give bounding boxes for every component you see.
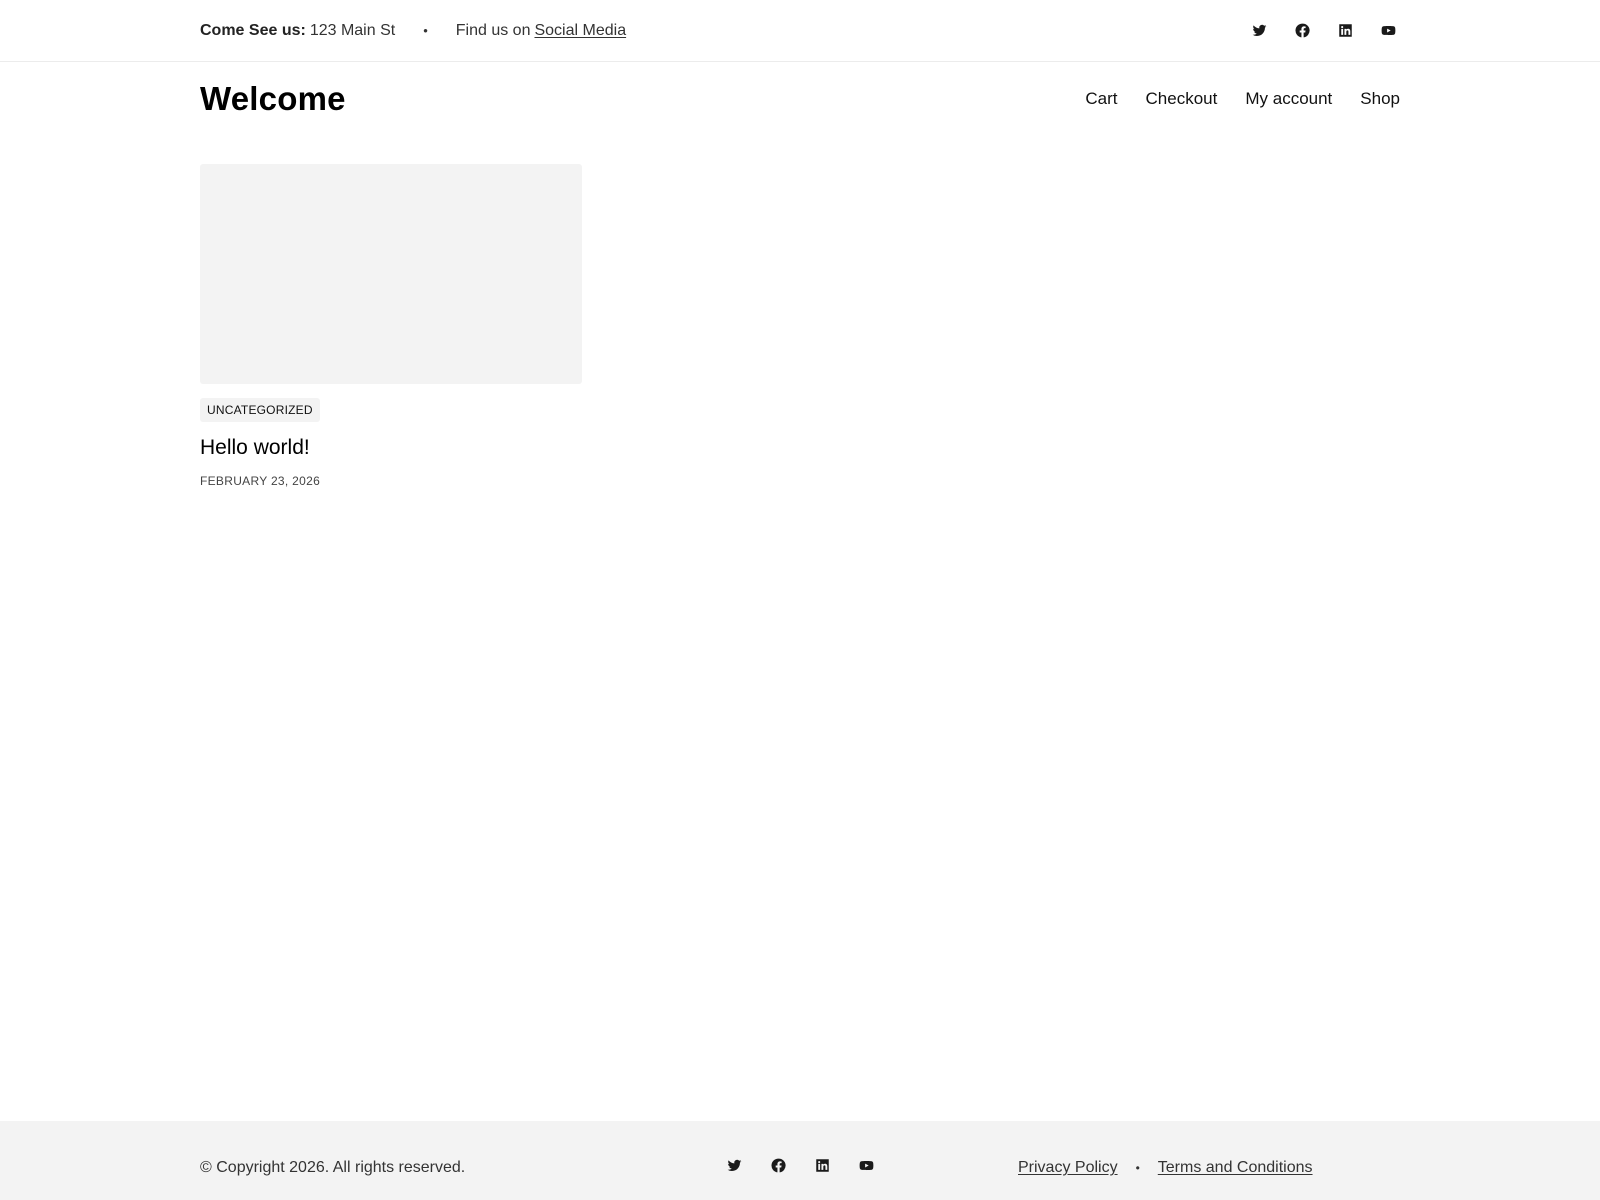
footer-social-icons [725, 1156, 876, 1175]
post-card: UNCATEGORIZED Hello world! FEBRUARY 23, … [200, 164, 582, 488]
facebook-icon[interactable] [769, 1156, 788, 1175]
site-footer: © Copyright 2026. All rights reserved. P… [0, 1121, 1600, 1200]
footer-separator: • [1135, 1161, 1140, 1175]
nav-item-my-account[interactable]: My account [1245, 89, 1332, 109]
twitter-icon[interactable] [725, 1156, 744, 1175]
linkedin-icon[interactable] [813, 1156, 832, 1175]
footer-links: Privacy Policy • Terms and Conditions [1018, 1159, 1313, 1177]
main-nav: Cart Checkout My account Shop [1085, 89, 1400, 109]
youtube-icon[interactable] [1379, 21, 1398, 40]
top-bar-social-icons [1250, 21, 1398, 40]
linkedin-icon[interactable] [1336, 21, 1355, 40]
twitter-icon[interactable] [1250, 21, 1269, 40]
site-title[interactable]: Welcome [200, 80, 346, 118]
post-date: FEBRUARY 23, 2026 [200, 474, 321, 488]
facebook-icon[interactable] [1293, 21, 1312, 40]
post-thumbnail[interactable] [200, 164, 582, 384]
youtube-icon[interactable] [857, 1156, 876, 1175]
address-label: Come See us: [200, 21, 306, 39]
social-media-link[interactable]: Social Media [534, 22, 626, 40]
address-value: 123 Main St [309, 21, 396, 39]
site-header: Welcome Cart Checkout My account Shop [200, 62, 1400, 136]
top-bar-info: Come See us: 123 Main St • Find us on So… [200, 22, 626, 40]
footer-inner: © Copyright 2026. All rights reserved. P… [200, 1121, 1400, 1200]
privacy-policy-link[interactable]: Privacy Policy [1018, 1159, 1118, 1177]
nav-item-shop[interactable]: Shop [1360, 89, 1400, 109]
find-us-text: Find us on [455, 21, 531, 39]
copyright-text: © Copyright 2026. All rights reserved. [200, 1159, 466, 1176]
top-bar-separator: • [423, 23, 428, 38]
nav-item-checkout[interactable]: Checkout [1146, 89, 1218, 109]
nav-item-cart[interactable]: Cart [1085, 89, 1117, 109]
top-bar-inner: Come See us: 123 Main St • Find us on So… [200, 0, 1400, 61]
post-category-badge[interactable]: UNCATEGORIZED [200, 398, 320, 422]
top-bar: Come See us: 123 Main St • Find us on So… [0, 0, 1600, 62]
page: Come See us: 123 Main St • Find us on So… [0, 0, 1600, 1200]
terms-and-conditions-link[interactable]: Terms and Conditions [1158, 1159, 1313, 1177]
post-title[interactable]: Hello world! [200, 436, 582, 460]
